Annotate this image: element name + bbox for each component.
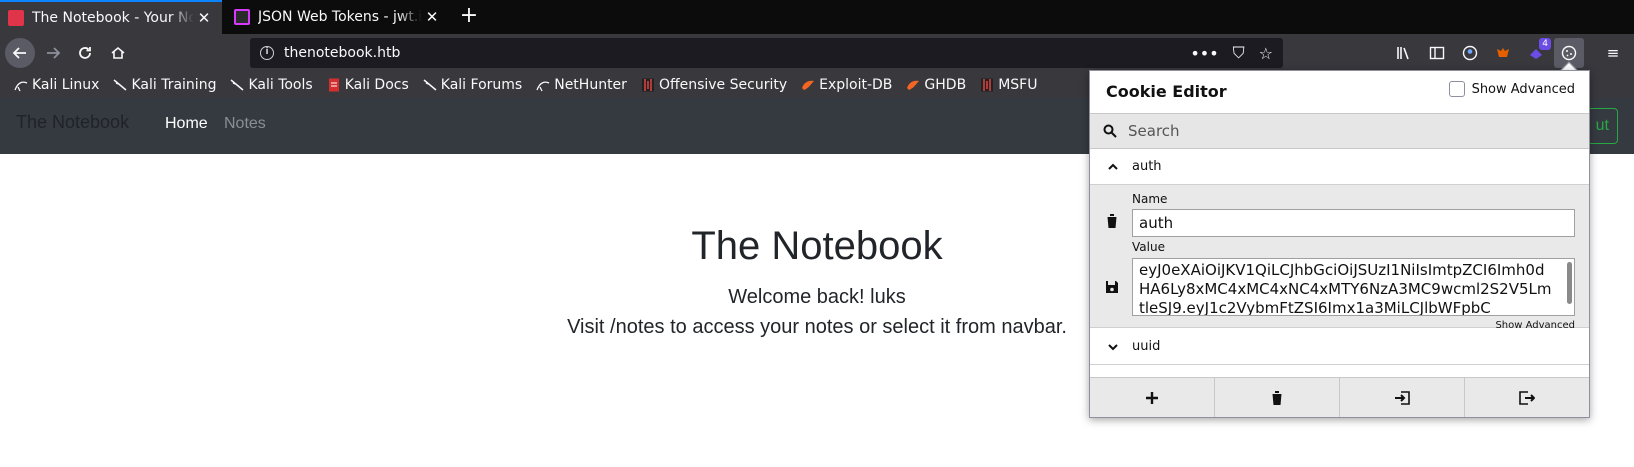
bookmark-ghdb[interactable]: GHDB [906,77,966,93]
account-icon[interactable] [1455,38,1485,68]
toolbar-icons: 4 ≡ [1386,38,1634,68]
export-button[interactable] [1465,378,1589,417]
page-actions-icon[interactable]: ••• [1190,44,1218,63]
search-icon [1103,124,1117,138]
plus-icon [1146,391,1158,404]
bookmark-label: NetHunter [554,77,627,93]
bookmark-label: Kali Linux [32,77,100,93]
hamburger-menu-icon[interactable]: ≡ [1598,38,1628,68]
exploitdb-icon [907,80,920,90]
browser-navbar: i thenotebook.htb ••• ⛉ ☆ 4 ≡ [0,34,1634,72]
popup-header: Cookie Editor Show Advanced [1090,71,1589,113]
library-icon[interactable] [1389,38,1419,68]
bookmark-label: Kali Forums [440,77,523,93]
bookmark-kali-tools[interactable]: Kali Tools [230,77,313,93]
back-arrow-icon [12,47,26,59]
tab-strip: The Notebook - Your Notes ✕ JSON Web Tok… [0,0,1634,34]
kali-docs-icon [328,78,339,92]
bookmark-offensive-security[interactable]: Offensive Security [641,77,787,93]
reload-button[interactable] [70,38,100,68]
bookmark-kali-linux[interactable]: Kali Linux [14,77,99,93]
kali-dragon-icon [423,79,437,91]
kali-dragon-icon [230,79,244,91]
url-text[interactable]: thenotebook.htb [284,45,400,61]
sidebar-icon[interactable] [1422,38,1452,68]
jwt-favicon-icon [234,9,250,25]
nav-link-home[interactable]: Home [165,115,208,133]
extension-badge: 4 [1539,38,1551,50]
cookie-details-auth: Name Value eyJ0eXAiOiJKV1QiLCJhbGciOiJSU… [1090,185,1589,331]
new-tab-button[interactable]: + [455,4,483,30]
save-icon[interactable] [1104,280,1120,294]
forward-arrow-icon [47,47,61,59]
exploitdb-icon [802,80,815,90]
search-input[interactable] [1128,122,1548,140]
bookmark-label: MSFU [998,77,1038,93]
bookmark-label: Exploit-DB [819,77,893,93]
cookie-name-label: uuid [1132,339,1161,354]
bookmark-kali-docs[interactable]: Kali Docs [327,77,409,93]
cookie-name-field[interactable] [1132,209,1575,237]
back-button[interactable] [5,38,35,68]
cookie-name-label: auth [1132,159,1162,174]
offsec-icon [981,78,994,92]
nav-link-notes[interactable]: Notes [224,115,266,133]
cookie-item-auth[interactable]: auth [1090,149,1589,185]
url-bar[interactable]: i thenotebook.htb ••• ⛉ ☆ [250,38,1283,68]
bookmark-exploit-db[interactable]: Exploit-DB [801,77,892,93]
show-advanced-checkbox[interactable] [1448,81,1465,97]
name-label: Name [1132,192,1168,206]
tab-notebook[interactable]: The Notebook - Your Notes ✕ [0,0,222,34]
bookmark-star-icon[interactable]: ☆ [1259,44,1273,63]
popup-footer [1090,377,1589,417]
pocket-icon[interactable]: ⛉ [1233,43,1245,63]
wappalyzer-icon[interactable]: 4 [1521,38,1551,68]
export-icon [1519,390,1535,405]
bookmark-label: Kali Docs [344,77,409,93]
cookie-editor-popup: Cookie Editor Show Advanced auth Name Va… [1089,70,1590,418]
kali-dragon-icon [14,81,28,92]
bookmark-kali-training[interactable]: Kali Training [113,77,216,93]
home-button[interactable] [103,38,133,68]
show-advanced-toggle[interactable]: Show Advanced [1448,81,1575,97]
bookmark-kali-forums[interactable]: Kali Forums [423,77,522,93]
close-tab-icon[interactable]: ✕ [194,9,214,27]
offsec-icon [641,78,654,92]
home-icon [111,46,125,59]
tab-jwt[interactable]: JSON Web Tokens - jwt.io ✕ [226,0,450,34]
trash-icon [1271,390,1283,405]
cookie-item-uuid[interactable]: uuid [1090,329,1589,365]
tab-title: JSON Web Tokens - jwt.io [258,9,422,25]
notebook-favicon-icon [8,10,24,26]
import-icon [1395,390,1410,405]
bookmark-msfu[interactable]: MSFU [980,77,1037,93]
delete-all-button[interactable] [1215,378,1340,417]
bookmark-label: Kali Tools [248,77,313,93]
kali-dragon-icon [536,81,550,92]
trash-icon[interactable] [1104,213,1120,229]
bookmark-label: Kali Training [131,77,217,93]
forward-button[interactable] [38,38,68,68]
site-info-icon[interactable]: i [260,46,274,60]
bookmark-label: GHDB [924,77,967,93]
kali-dragon-icon [113,79,127,91]
reload-icon [79,47,91,59]
chevron-down-icon [1108,343,1118,350]
import-button[interactable] [1340,378,1465,417]
foxyproxy-icon[interactable] [1488,38,1518,68]
add-cookie-button[interactable] [1090,378,1215,417]
cookie-value-field[interactable]: eyJ0eXAiOiJKV1QiLCJhbGciOiJSUzI1NiIsImtp… [1132,258,1575,316]
search-bar [1090,113,1589,149]
site-brand[interactable]: The Notebook [16,112,129,133]
chevron-up-icon [1108,163,1118,170]
value-scrollbar[interactable] [1567,262,1572,304]
popup-title: Cookie Editor [1106,82,1227,101]
bookmark-nethunter[interactable]: NetHunter [536,77,627,93]
close-tab-icon[interactable]: ✕ [422,8,442,26]
url-actions: ••• ⛉ ☆ [1190,38,1273,68]
show-advanced-label[interactable]: Show Advanced [1472,82,1575,97]
tab-title: The Notebook - Your Notes [32,10,194,26]
value-label: Value [1132,240,1165,254]
bookmark-label: Offensive Security [658,77,788,93]
